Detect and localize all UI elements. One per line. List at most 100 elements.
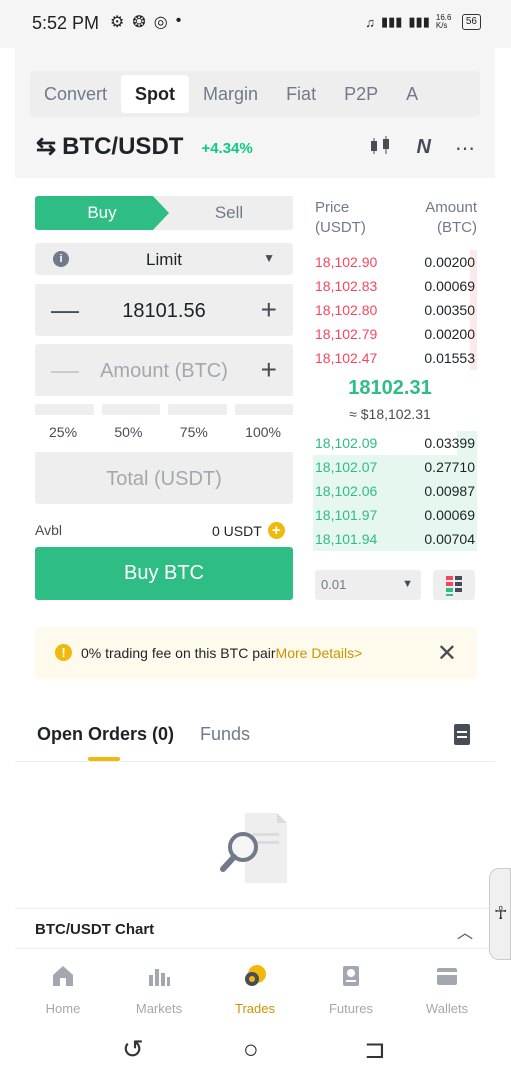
percent-75[interactable]: 75% (180, 424, 208, 440)
sell-tab[interactable]: Sell (165, 196, 293, 230)
bid-price: 18,102.06 (315, 483, 378, 499)
ask-price: 18,102.80 (315, 302, 378, 318)
bid-row[interactable]: 18,102.07 0.27710 (313, 455, 477, 479)
amount-slider[interactable] (35, 404, 293, 415)
tab-spot[interactable]: Spot (121, 75, 190, 113)
tab-convert[interactable]: Convert (30, 75, 121, 113)
amount-input[interactable]: — Amount (BTC) + (35, 344, 293, 396)
bid-row[interactable]: 18,101.97 0.00069 (313, 503, 477, 527)
bid-row[interactable]: 18,102.06 0.00987 (313, 479, 477, 503)
ask-amount: 0.01553 (424, 350, 475, 366)
ask-row[interactable]: 18,102.79 0.00200 (313, 322, 477, 346)
more-dot-icon: • (175, 12, 182, 29)
tab-funds[interactable]: Funds (200, 724, 250, 745)
back-icon[interactable]: ⊐ (364, 1034, 386, 1065)
amount-unit: (BTC) (437, 219, 477, 236)
markets-icon (149, 969, 170, 986)
bid-row[interactable]: 18,102.09 0.03399 (313, 431, 477, 455)
pair-name[interactable]: BTC/USDT (62, 133, 183, 161)
chart-section-toggle[interactable]: BTC/USDT Chart ︿ (15, 908, 495, 948)
chart-section-title: BTC/USDT Chart (35, 921, 155, 938)
accessibility-handle[interactable]: ☥ (489, 868, 511, 960)
ask-amount: 0.00200 (424, 326, 475, 342)
swap-icon[interactable]: ⇆ (36, 132, 56, 161)
order-book-layout-button[interactable] (433, 570, 475, 600)
more-details-link[interactable]: More Details> (276, 645, 363, 661)
battery-icon: 56 (461, 14, 481, 30)
status-bar: 5:52 PM ⚙ ❂ ◎ • ♫ ▮▮▮ ▮▮▮ 16.6 K/s 56 (0, 0, 511, 48)
nav-home[interactable]: Home (15, 949, 111, 1022)
close-icon[interactable]: ✕ (437, 639, 457, 668)
ask-price: 18,102.79 (315, 326, 378, 342)
net-speed: 16.6 K/s (435, 13, 452, 30)
percent-50[interactable]: 50% (114, 424, 142, 440)
buy-btc-button[interactable]: Buy BTC (35, 547, 293, 600)
price-input[interactable]: — 18101.56 + (35, 284, 293, 336)
caret-down-icon: ▼ (402, 578, 413, 590)
bid-row[interactable]: 18,101.94 0.00704 (313, 527, 477, 551)
bid-amount: 0.00704 (424, 531, 475, 547)
bottom-nav: Home Markets Trades Futures Wallets (15, 948, 495, 1022)
ask-price: 18,102.47 (315, 350, 378, 366)
nav-futures-label: Futures (328, 1001, 374, 1016)
pair-actions: N ⋯ (369, 136, 475, 162)
nav-futures[interactable]: Futures (303, 949, 399, 1022)
ask-row[interactable]: 18,102.83 0.00069 (313, 274, 477, 298)
price-value[interactable]: 18101.56 (35, 300, 293, 323)
tab-more[interactable]: A (392, 75, 432, 113)
tab-p2p[interactable]: P2P (330, 75, 392, 113)
bid-amount: 0.27710 (424, 459, 475, 475)
status-time: 5:52 PM (32, 13, 100, 33)
percent-100[interactable]: 100% (245, 424, 281, 440)
tab-fiat[interactable]: Fiat (272, 75, 330, 113)
add-funds-icon[interactable]: + (267, 522, 285, 539)
buy-tab[interactable]: Buy (35, 196, 169, 230)
slider-segment[interactable] (35, 404, 94, 415)
total-placeholder[interactable]: Total (USDT) (35, 468, 293, 491)
nav-wallets[interactable]: Wallets (399, 949, 495, 1022)
price-increase-button[interactable]: + (261, 294, 277, 326)
tab-open-orders[interactable]: Open Orders (0) (37, 724, 174, 745)
percent-options: 25% 50% 75% 100% (35, 424, 293, 440)
ask-price: 18,102.90 (315, 254, 378, 270)
orders-tabs: Open Orders (0) Funds (37, 724, 250, 745)
chevron-up-icon[interactable]: ︿ (457, 919, 473, 943)
order-book-asks: 18,102.90 0.00200 18,102.83 0.00069 18,102… (313, 250, 477, 370)
amount-increase-button[interactable]: + (261, 354, 277, 386)
bid-price: 18,102.07 (315, 459, 378, 475)
nav-home-label: Home (45, 1001, 81, 1016)
buy-sell-toggle: Buy Sell (35, 196, 293, 230)
price-unit: (USDT) (315, 219, 366, 236)
trades-icon (245, 965, 266, 986)
status-system-icons: ♫ ▮▮▮ ▮▮▮ 16.6 K/s 56 (365, 14, 481, 30)
pair-selector[interactable]: ⇆ BTC/USDT +4.34% (36, 132, 253, 161)
ask-row[interactable]: 18,102.80 0.00350 (313, 298, 477, 322)
order-type-select[interactable]: i Limit ▼ (35, 243, 293, 275)
slider-segment[interactable] (101, 404, 160, 415)
headphones-icon: ♫ (365, 14, 375, 30)
available-balance: 0 USDT + (212, 522, 285, 539)
percent-25[interactable]: 25% (49, 424, 77, 440)
total-input[interactable]: Total (USDT) (35, 452, 293, 504)
slider-segment[interactable] (234, 404, 293, 415)
recent-apps-icon[interactable]: ↺ (122, 1034, 144, 1065)
home-button-icon[interactable]: ○ (243, 1034, 259, 1065)
status-notification-icons: ⚙ ❂ ◎ • (110, 12, 181, 32)
ask-row[interactable]: 18,102.90 0.00200 (313, 250, 477, 274)
slider-segment[interactable] (168, 404, 227, 415)
more-options-icon[interactable]: ⋯ (455, 136, 475, 162)
amount-placeholder[interactable]: Amount (BTC) (35, 360, 293, 383)
nav-markets[interactable]: Markets (111, 949, 207, 1022)
ask-amount: 0.00350 (424, 302, 475, 318)
nav-trades[interactable]: Trades (207, 949, 303, 1022)
notice-text: 0% trading fee on this BTC pair (81, 645, 276, 661)
tab-margin[interactable]: Margin (189, 75, 272, 113)
ask-row[interactable]: 18,102.47 0.01553 (313, 346, 477, 370)
amount-header: Amount (425, 199, 477, 216)
indicator-icon[interactable]: N (417, 136, 431, 162)
home-icon (53, 966, 73, 986)
order-history-icon[interactable] (454, 724, 470, 745)
fee-notice: ! 0% trading fee on this BTC pairMore De… (35, 627, 477, 679)
candlestick-chart-icon[interactable] (369, 136, 393, 162)
depth-select[interactable]: 0.01 ▼ (315, 570, 421, 600)
